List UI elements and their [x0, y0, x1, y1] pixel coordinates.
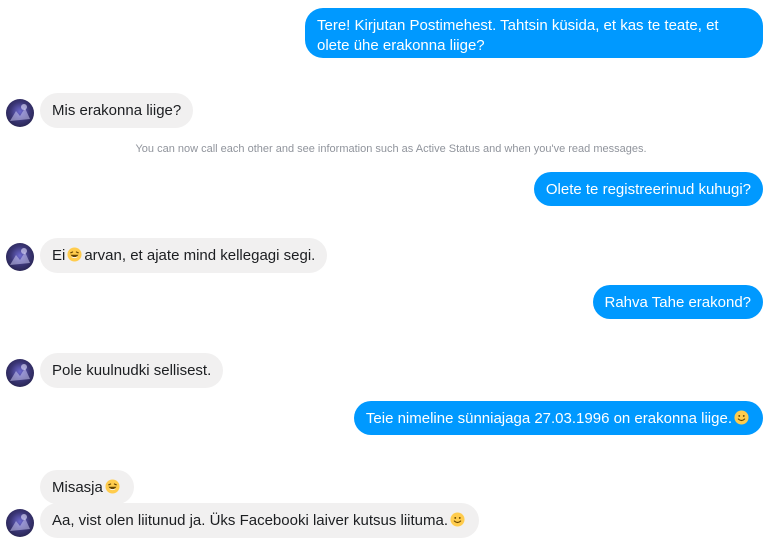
message-outgoing[interactable]: Olete te registreerinud kuhugi? — [533, 172, 763, 206]
message-incoming[interactable]: Ei arvan, et ajate mind kellegagi segi. — [40, 238, 328, 273]
laughing-emoji-icon — [105, 479, 120, 494]
contact-avatar[interactable] — [6, 359, 34, 387]
message-text: Olete te registreerinud kuhugi? — [545, 181, 751, 198]
message-text: Tere! Kirjutan Postimehest. Tahtsin küsi… — [317, 17, 719, 54]
smiley-emoji-icon — [734, 410, 749, 425]
message-outgoing[interactable]: Tere! Kirjutan Postimehest. Tahtsin küsi… — [305, 8, 763, 58]
system-notice: You can now call each other and see info… — [135, 143, 647, 155]
message-text: Misasja — [52, 479, 103, 496]
message-text: Rahva Tahe erakond? — [604, 294, 752, 311]
message-incoming[interactable]: Aa, vist olen liitunud ja. Üks Facebooki… — [40, 503, 480, 538]
message-outgoing[interactable]: Rahva Tahe erakond? — [592, 285, 763, 319]
contact-avatar[interactable] — [6, 99, 34, 127]
message-text-part: arvan, et ajate mind kellegagi segi. — [84, 247, 316, 264]
message-outgoing[interactable]: Teie nimeline sünniajaga 27.03.1996 on e… — [353, 401, 763, 435]
message-text: Aa, vist olen liitunud ja. Üks Facebooki… — [52, 512, 449, 529]
message-text: Pole kuulnudki sellisest. — [52, 362, 212, 379]
contact-avatar[interactable] — [6, 243, 34, 271]
message-text: Mis erakonna liige? — [52, 102, 182, 119]
contact-avatar[interactable] — [6, 509, 34, 537]
message-text-part: Ei — [52, 247, 66, 264]
message-incoming[interactable]: Mis erakonna liige? — [40, 93, 194, 128]
laughing-emoji-icon — [67, 247, 82, 262]
message-incoming[interactable]: Pole kuulnudki sellisest. — [40, 353, 224, 388]
message-incoming[interactable]: Misasja — [40, 470, 134, 504]
smiley-emoji-icon — [450, 512, 465, 527]
message-text: Teie nimeline sünniajaga 27.03.1996 on e… — [365, 410, 732, 427]
